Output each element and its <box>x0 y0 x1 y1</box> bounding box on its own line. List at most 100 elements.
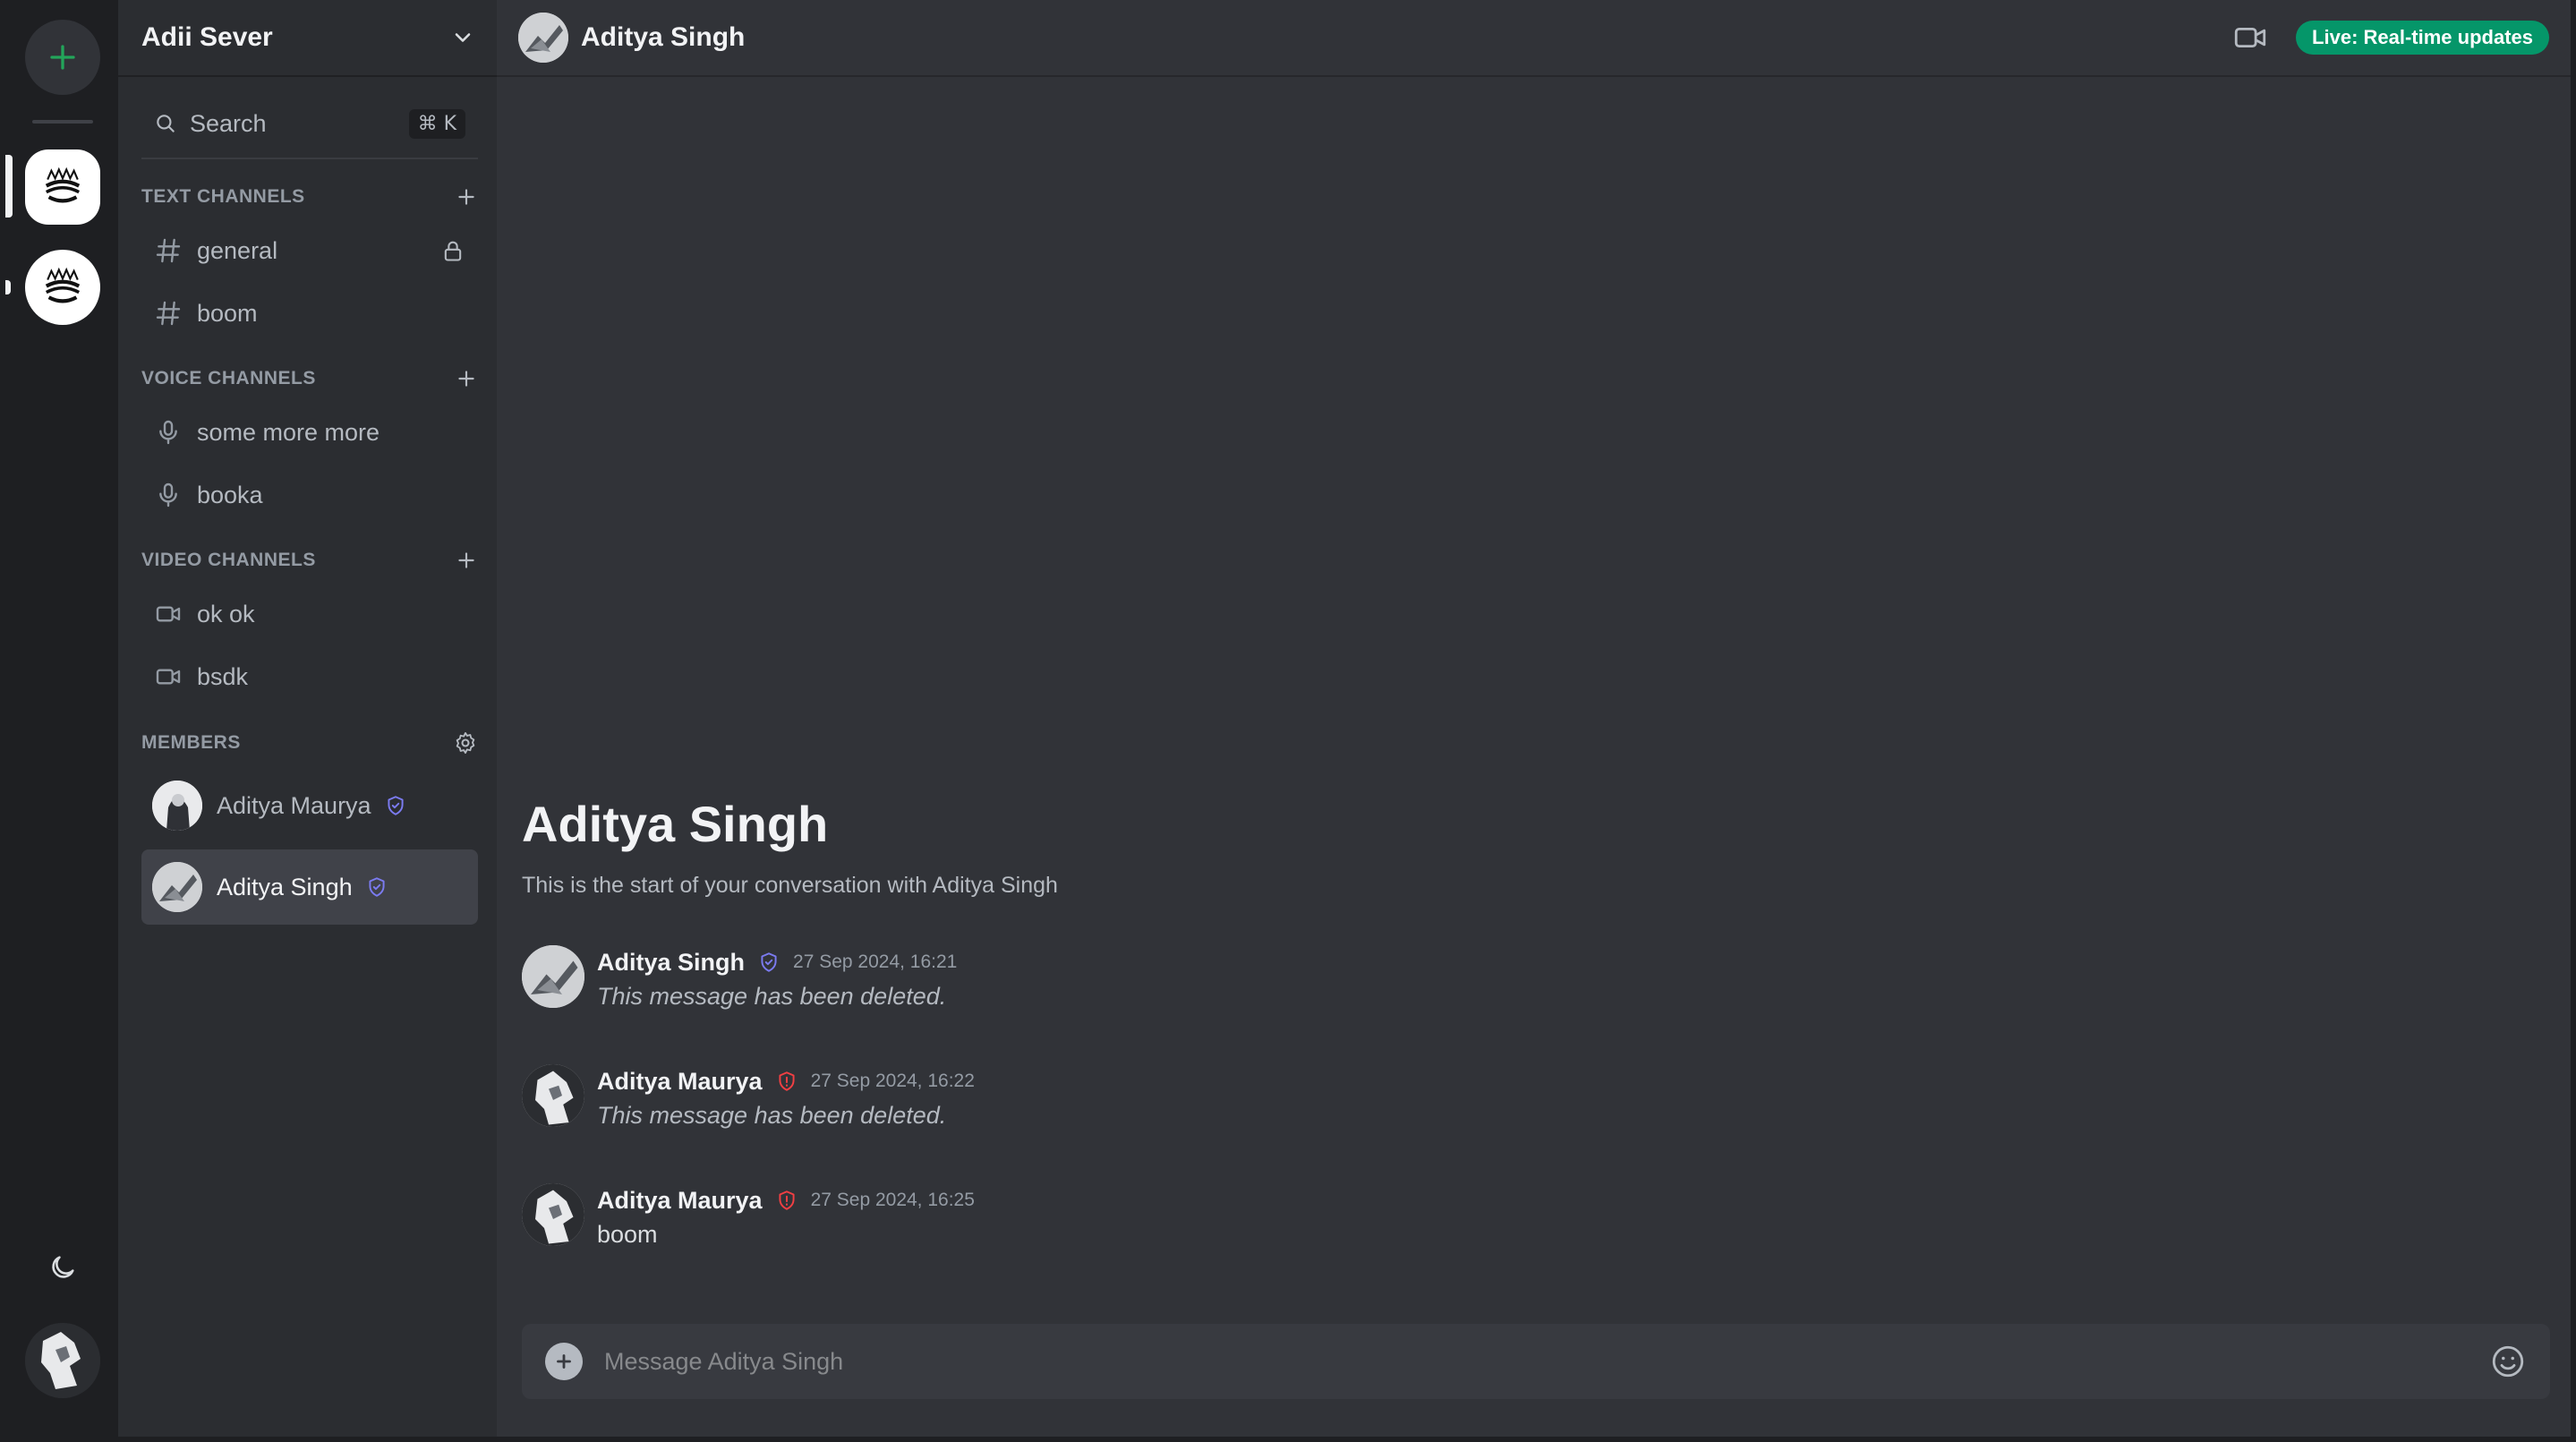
add-voice-channel-button[interactable] <box>455 367 478 390</box>
unread-server-indicator <box>5 280 11 294</box>
channel-some-more-more[interactable]: some more more <box>141 404 478 461</box>
app-window: Adii Sever Search ⌘ K TEXT CHANNELS gene… <box>5 0 2571 1437</box>
manage-members-button[interactable] <box>453 730 478 755</box>
message-avatar[interactable] <box>522 1183 584 1246</box>
conversation-pane: Aditya Singh Live: Real-time updates Adi… <box>497 0 2571 1437</box>
message-timestamp: 27 Sep 2024, 16:21 <box>793 951 958 972</box>
header-avatar <box>518 13 568 63</box>
channel-label: general <box>197 236 278 264</box>
smiley-icon <box>2492 1345 2524 1378</box>
message-item[interactable]: Aditya Maurya 27 Sep 2024, 16:25 boom <box>522 1183 975 1249</box>
plus-icon <box>458 371 474 387</box>
voice-channels-header: VOICE CHANNELS <box>141 361 478 397</box>
channel-sidebar: Adii Sever Search ⌘ K TEXT CHANNELS gene… <box>118 0 497 1437</box>
hash-icon <box>156 238 181 263</box>
video-call-button[interactable] <box>2231 19 2269 56</box>
member-aditya-singh[interactable]: Aditya Singh <box>141 849 478 925</box>
member-name: Aditya Singh <box>217 873 353 900</box>
channel-label: booka <box>197 481 263 508</box>
hash-icon <box>156 301 181 326</box>
plus-icon <box>557 1354 571 1369</box>
active-server-indicator <box>5 155 13 218</box>
message-input[interactable] <box>604 1347 2489 1376</box>
message-text: boom <box>597 1221 658 1248</box>
avatar-image-icon <box>522 1183 584 1246</box>
channel-boom[interactable]: boom <box>141 285 478 342</box>
channel-label: bsdk <box>197 662 249 690</box>
avatar-image-icon <box>152 862 202 912</box>
text-channels-title: TEXT CHANNELS <box>141 186 305 207</box>
video-camera-icon <box>156 606 181 622</box>
avatar-image-icon <box>152 781 202 831</box>
server-header-button[interactable]: Adii Sever <box>118 0 497 77</box>
members-title: MEMBERS <box>141 732 241 753</box>
server-icon-secondary[interactable] <box>25 250 100 325</box>
add-video-channel-button[interactable] <box>455 549 478 572</box>
search-button[interactable]: Search ⌘ K <box>141 90 478 159</box>
plus-icon <box>458 552 474 568</box>
channel-bsdk[interactable]: bsdk <box>141 648 478 705</box>
message-text: This message has been deleted. <box>597 1102 947 1129</box>
video-camera-icon <box>156 669 181 685</box>
conversation-header: Aditya Singh Live: Real-time updates <box>497 0 2571 77</box>
welcome-title: Aditya Singh <box>522 796 829 852</box>
attach-button[interactable] <box>545 1343 583 1380</box>
conversation-welcome: Aditya Singh This is the start of your c… <box>522 795 1058 899</box>
message-timestamp: 27 Sep 2024, 16:25 <box>810 1190 975 1210</box>
member-name: Aditya Maurya <box>217 791 371 819</box>
live-status-badge: Live: Real-time updates <box>2296 21 2549 55</box>
member-avatar <box>152 862 202 912</box>
shield-check-icon <box>365 875 388 899</box>
channel-ok-ok[interactable]: ok ok <box>141 585 478 643</box>
shield-check-icon <box>384 794 407 817</box>
chevron-down-icon <box>455 33 471 42</box>
message-item[interactable]: Aditya Maurya 27 Sep 2024, 16:22 This me… <box>522 1064 975 1130</box>
channel-booka[interactable]: booka <box>141 466 478 524</box>
server-logo-icon <box>45 267 81 303</box>
message-author[interactable]: Aditya Maurya <box>597 1187 763 1215</box>
text-channels-header: TEXT CHANNELS <box>141 179 478 215</box>
avatar-image-icon <box>522 1064 584 1127</box>
message-text: This message has been deleted. <box>597 983 947 1010</box>
member-aditya-maurya[interactable]: Aditya Maurya <box>141 768 478 843</box>
moon-icon <box>52 1256 74 1278</box>
avatar-image-icon <box>518 13 568 63</box>
add-text-channel-button[interactable] <box>455 185 478 209</box>
message-avatar[interactable] <box>522 1064 584 1127</box>
server-name: Adii Sever <box>141 22 273 52</box>
add-server-button[interactable] <box>25 20 100 95</box>
voice-channels-title: VOICE CHANNELS <box>141 368 316 388</box>
search-icon <box>157 115 175 132</box>
message-item[interactable]: Aditya Singh 27 Sep 2024, 16:21 This mes… <box>522 945 957 1011</box>
search-shortcut: ⌘ K <box>408 108 465 139</box>
server-icon-adii-sever[interactable] <box>25 149 100 225</box>
rail-divider <box>32 120 93 124</box>
plus-icon <box>50 45 75 70</box>
microphone-icon <box>159 420 177 445</box>
message-author[interactable]: Aditya Maurya <box>597 1068 763 1096</box>
theme-toggle-button[interactable] <box>45 1250 81 1285</box>
video-channels-header: VIDEO CHANNELS <box>141 542 478 578</box>
server-logo-icon <box>45 166 81 203</box>
emoji-picker-button[interactable] <box>2489 1343 2527 1380</box>
avatar-image-icon <box>522 945 584 1008</box>
message-author[interactable]: Aditya Singh <box>597 949 745 977</box>
shield-check-icon <box>757 951 780 974</box>
message-timestamp: 27 Sep 2024, 16:22 <box>810 1071 975 1091</box>
server-rail <box>5 0 118 1437</box>
avatar-image-icon <box>25 1323 100 1398</box>
message-avatar[interactable] <box>522 945 584 1008</box>
channel-label: ok ok <box>197 600 255 627</box>
gear-icon <box>456 731 475 755</box>
conversation-title: Aditya Singh <box>581 22 746 52</box>
lock-icon <box>444 241 462 261</box>
member-avatar <box>152 781 202 831</box>
user-avatar[interactable] <box>25 1323 100 1398</box>
microphone-icon <box>159 482 177 508</box>
video-camera-icon <box>2234 27 2266 48</box>
plus-icon <box>458 189 474 205</box>
channel-general[interactable]: general <box>141 222 478 279</box>
message-composer <box>522 1324 2550 1399</box>
shield-alert-icon <box>775 1189 798 1212</box>
channel-label: boom <box>197 299 258 327</box>
